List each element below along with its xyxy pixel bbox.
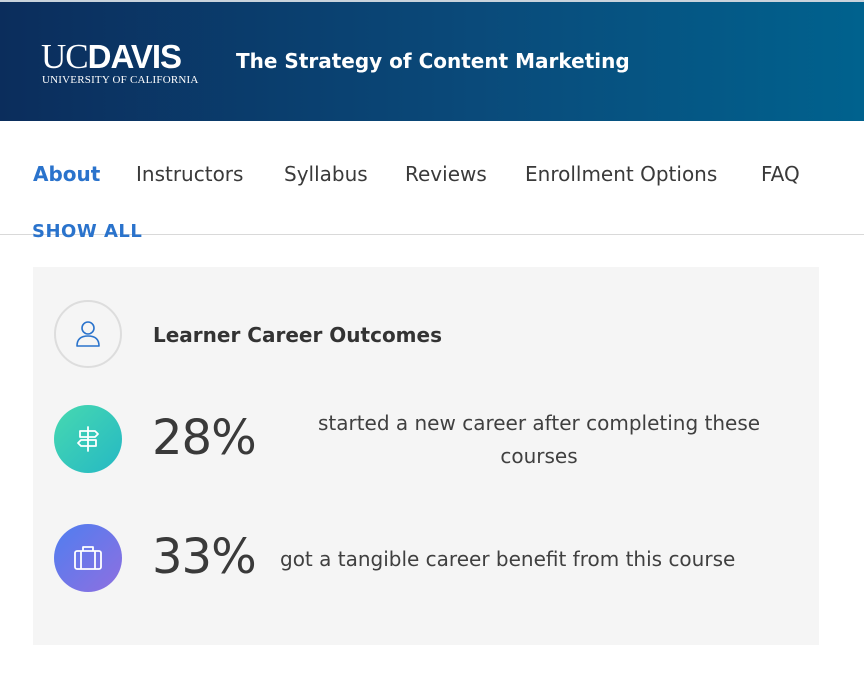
logo-davis: DAVIS: [87, 38, 182, 75]
person-icon: [76, 321, 100, 347]
tab-about[interactable]: About: [33, 162, 100, 186]
person-icon-circle: [54, 300, 122, 368]
tab-syllabus[interactable]: Syllabus: [284, 162, 368, 186]
briefcase-icon-circle: [54, 524, 122, 592]
tab-enrollment-options[interactable]: Enrollment Options: [525, 162, 717, 186]
show-all-label: SHOW ALL: [32, 224, 143, 242]
signpost-icon-circle: [54, 405, 122, 473]
tab-reviews[interactable]: Reviews: [405, 162, 487, 186]
course-title: The Strategy of Content Marketing: [236, 49, 630, 73]
stat-new-career-value: 28%: [152, 410, 257, 466]
site-header: UCDAVIS UNIVERSITY OF CALIFORNIA The Str…: [0, 0, 864, 121]
uc-davis-logo[interactable]: UCDAVIS UNIVERSITY OF CALIFORNIA: [41, 37, 206, 88]
signpost-icon: [77, 426, 99, 452]
logo-wordmark: UCDAVIS: [41, 37, 182, 76]
logo-uc: UC: [41, 37, 89, 76]
stat-career-benefit-value: 33%: [152, 529, 257, 585]
show-all-link[interactable]: SHOW ALL: [32, 224, 232, 244]
stat-career-benefit-text: got a tangible career benefit from this …: [280, 547, 736, 571]
stat-new-career-text: started a new career after completing th…: [317, 411, 761, 468]
course-nav: About Instructors Syllabus Reviews Enrol…: [0, 121, 864, 235]
outcomes-title: Learner Career Outcomes: [153, 323, 442, 347]
career-outcomes-card: Learner Career Outcomes 28% started a ne…: [33, 267, 819, 645]
tab-faq[interactable]: FAQ: [761, 162, 800, 186]
briefcase-icon: [74, 546, 102, 570]
tab-instructors[interactable]: Instructors: [136, 162, 243, 186]
logo-subtitle: UNIVERSITY OF CALIFORNIA: [42, 74, 199, 86]
